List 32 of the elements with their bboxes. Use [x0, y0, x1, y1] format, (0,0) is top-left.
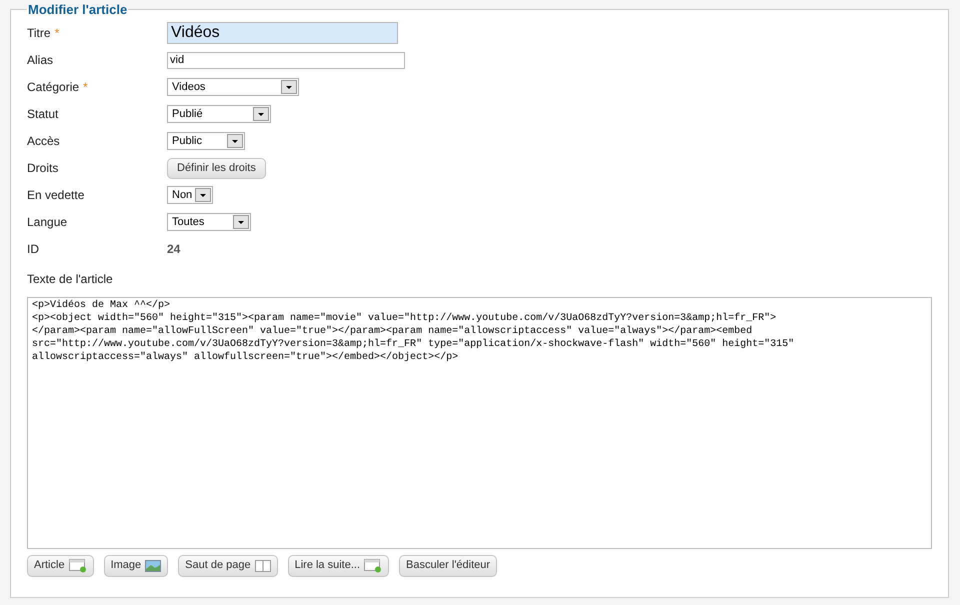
- image-icon: [145, 560, 162, 572]
- title-field[interactable]: Vidéos: [167, 22, 398, 44]
- page-break-icon: [254, 560, 271, 572]
- field-label: ID: [27, 241, 39, 258]
- document-add-icon: [68, 558, 87, 572]
- id-value: 24: [167, 241, 180, 258]
- field-label: Alias: [27, 52, 54, 69]
- page-break-button[interactable]: Saut de page: [178, 554, 278, 576]
- field-label: Texte de l'article: [27, 270, 114, 286]
- form-legend: Modifier l'article: [27, 0, 128, 20]
- field-label: Statut: [27, 106, 58, 123]
- required-asterisk-icon: *: [54, 24, 60, 42]
- alias-field[interactable]: vid: [167, 52, 405, 68]
- dropdown[interactable]: Toutes: [167, 213, 251, 231]
- required-asterisk-icon: *: [83, 78, 88, 96]
- field-label: Langue: [27, 214, 68, 231]
- field-label: Droits: [27, 160, 58, 177]
- insert-image-button[interactable]: Image: [104, 554, 168, 576]
- permissions-button[interactable]: Définir les droits: [167, 158, 266, 178]
- dropdown[interactable]: Public: [167, 132, 245, 150]
- dropdown[interactable]: Publié: [167, 105, 271, 123]
- dropdown[interactable]: Non: [167, 186, 213, 204]
- field-label: Accès: [27, 133, 60, 150]
- field-label: En vedette: [27, 187, 84, 204]
- article-text-editor[interactable]: <p>Vidéos de Max ^^</p> <p><object width="560" height="315"><param name="movie" value="http://www.youtube.com/v/3UaO68zdTyY?version=3&amp;hl=fr_FR"> </param><param name="allowFullScreen" value="true"></param><param name="allowscriptaccess" value="always"></param><embed src="http://www.youtube.com/v/3UaO68zdTyY?version=3&amp;hl=fr_FR" type="application/x-shockwave-flash" width="560" height="315" allowscriptaccess="always" allowfullscreen="true"></embed></object></p>: [27, 296, 932, 548]
- dropdown[interactable]: Videos: [167, 78, 299, 96]
- toggle-editor-button[interactable]: Basculer l'éditeur: [399, 554, 498, 576]
- read-more-button[interactable]: Lire la suite...: [288, 554, 390, 576]
- insert-article-button[interactable]: Article: [27, 554, 94, 576]
- document-add-icon: [364, 558, 382, 572]
- field-label: Catégorie: [27, 79, 80, 96]
- field-label: Titre: [27, 25, 51, 42]
